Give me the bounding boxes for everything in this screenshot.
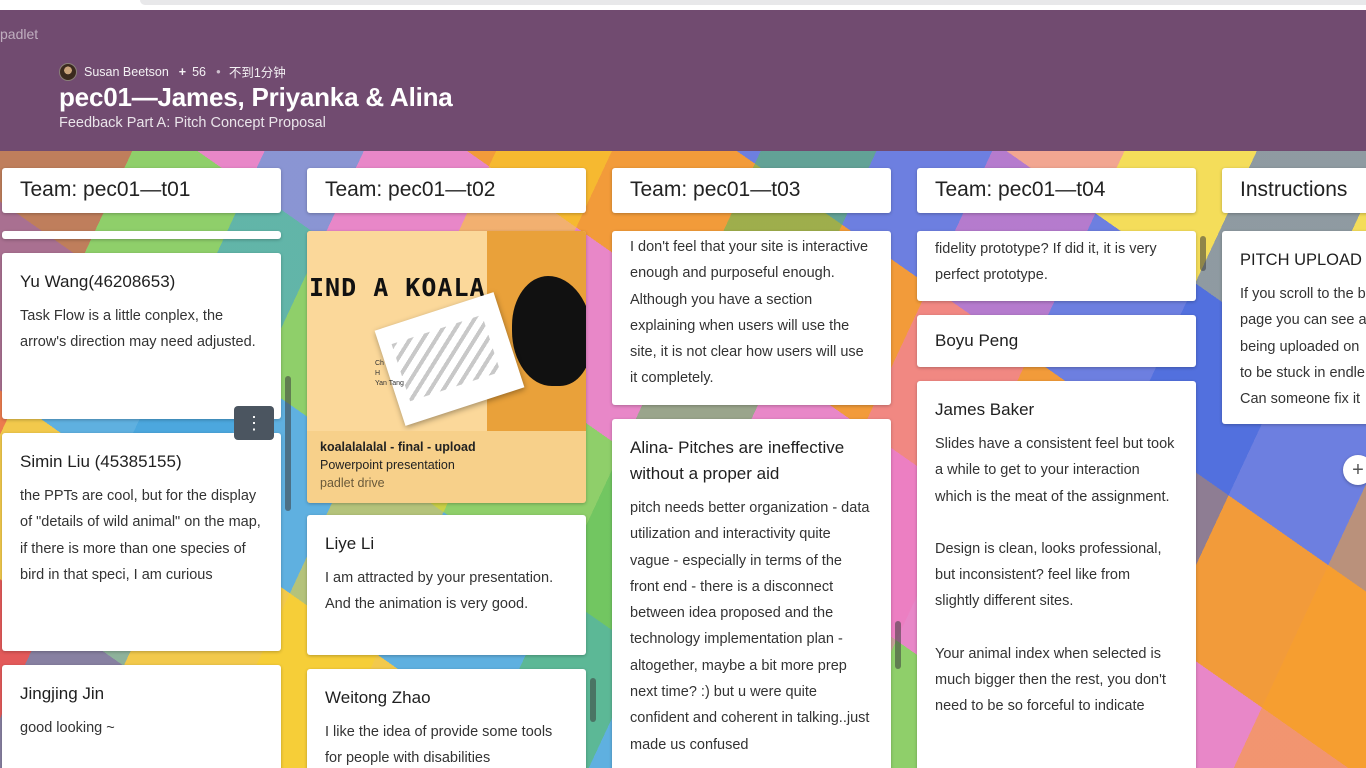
post-paragraph: Slides have a consistent feel but took a… [935, 436, 1175, 505]
koala-silhouette [512, 276, 586, 386]
column-header[interactable]: Team: pec01—t04 [917, 168, 1196, 213]
browser-bar [140, 0, 1366, 5]
post-card[interactable]: fidelity prototype? If did it, it is ver… [917, 231, 1196, 301]
post-body: If you scroll to the b page you can see … [1240, 286, 1366, 408]
post-body: fidelity prototype? If did it, it is ver… [935, 241, 1157, 284]
preview-small-text: Ch H Yan Tang [375, 360, 404, 387]
column-t04: Team: pec01—t04 fidelity prototype? If d… [917, 151, 1196, 768]
post-card[interactable]: Weitong Zhao I like the idea of provide … [307, 669, 586, 768]
board-meta: Susan Beetson + 56 ● 不到1分钟 [59, 62, 286, 81]
column-header[interactable]: Team: pec01—t03 [612, 168, 891, 213]
post-card[interactable]: Simin Liu (45385155) the PPTs are cool, … [2, 433, 281, 651]
post-body: I am attracted by your presentation. And… [325, 570, 554, 613]
attachment-type: Powerpoint presentation [320, 458, 455, 472]
column-scrollbar[interactable] [285, 376, 291, 511]
post-card[interactable]: I don't feel that your site is interacti… [612, 231, 891, 405]
more-vertical-icon[interactable]: ⋮ [234, 406, 274, 440]
board-canvas: Team: pec01—t01 Yu Wang(46208653) Task F… [0, 151, 1366, 768]
post-card[interactable]: Jingjing Jin good looking ~ [2, 665, 281, 768]
plus-icon: + [178, 64, 187, 79]
column-header[interactable]: Instructions [1222, 168, 1366, 213]
attachment-source: padlet drive [320, 476, 385, 490]
post-paragraph: Your animal index when selected is much … [935, 645, 1166, 715]
column-instructions: Instructions PITCH UPLOAD If you scroll … [1222, 151, 1366, 768]
post-card[interactable]: Yu Wang(46208653) Task Flow is a little … [2, 253, 281, 419]
post-title: Boyu Peng [935, 331, 1019, 350]
post-card[interactable]: Boyu Peng [917, 315, 1196, 367]
column-header[interactable]: Team: pec01—t01 [2, 168, 281, 213]
post-body: the PPTs are cool, but for the display o… [20, 488, 261, 583]
column-t01: Team: pec01—t01 Yu Wang(46208653) Task F… [2, 151, 281, 768]
post-paragraph: Design is clean, looks professional, but… [935, 540, 1162, 610]
post-body: Task Flow is a little conplex, the arrow… [20, 308, 256, 351]
attachment-preview: IND A KOALA Ch H Yan Tang [307, 231, 586, 431]
post-count: 56 [192, 64, 207, 79]
page-subtitle: Feedback Part A: Pitch Concept Proposal [59, 115, 326, 131]
page-title: pec01—James, Priyanka & Alina [59, 82, 453, 112]
brand-logo[interactable]: padlet [0, 26, 38, 42]
post-title: Jingjing Jin [20, 684, 105, 703]
post-body: Slides have a consistent feel but took a… [917, 423, 1196, 720]
post-card[interactable]: PITCH UPLOAD If you scroll to the b page… [1222, 231, 1366, 424]
attachment-meta: koalalalalal - final - upload Powerpoint… [320, 438, 476, 492]
post-body: I don't feel that your site is interacti… [630, 239, 869, 387]
post-title: Alina- Pitches are ineffective without a… [630, 438, 845, 483]
column-t03: Team: pec01—t03 I don't feel that your s… [612, 151, 891, 768]
column-scrollbar[interactable] [590, 678, 596, 722]
post-card[interactable]: Liye Li I am attracted by your presentat… [307, 515, 586, 655]
post-title: Yu Wang(46208653) [20, 272, 176, 291]
attachment-name: koalalalalal - final - upload [320, 440, 476, 454]
post-title: James Baker [935, 400, 1035, 419]
separator-dot-icon: ● [216, 67, 221, 76]
column-header[interactable]: Team: pec01—t02 [307, 168, 586, 213]
post-title: Weitong Zhao [325, 688, 431, 707]
board-header: padlet Susan Beetson + 56 ● 不到1分钟 pec01—… [0, 10, 1366, 151]
author-name[interactable]: Susan Beetson [84, 65, 169, 79]
post-title: Liye Li [325, 534, 375, 553]
card-cutoff [2, 231, 281, 239]
updated-time: 不到1分钟 [228, 66, 286, 80]
column-t02: Team: pec01—t02 IND A KOALA Ch H Yan Tan… [307, 151, 586, 768]
post-body: I like the idea of provide some tools fo… [325, 724, 553, 767]
post-body: pitch needs better organization - data u… [630, 500, 870, 753]
preview-title: IND A KOALA [309, 273, 486, 302]
post-title: PITCH UPLOAD [1240, 251, 1362, 269]
browser-top-strip [0, 0, 1366, 10]
post-card[interactable]: James Baker Slides have a consistent fee… [917, 381, 1196, 768]
plus-icon[interactable]: + [1343, 455, 1366, 485]
attachment-card[interactable]: IND A KOALA Ch H Yan Tang koalalalalal -… [307, 231, 586, 503]
column-scrollbar[interactable] [895, 621, 901, 669]
avatar[interactable] [59, 62, 77, 81]
column-scrollbar[interactable] [1200, 236, 1206, 271]
post-card[interactable]: Alina- Pitches are ineffective without a… [612, 419, 891, 768]
post-body: good looking ~ [20, 720, 115, 736]
